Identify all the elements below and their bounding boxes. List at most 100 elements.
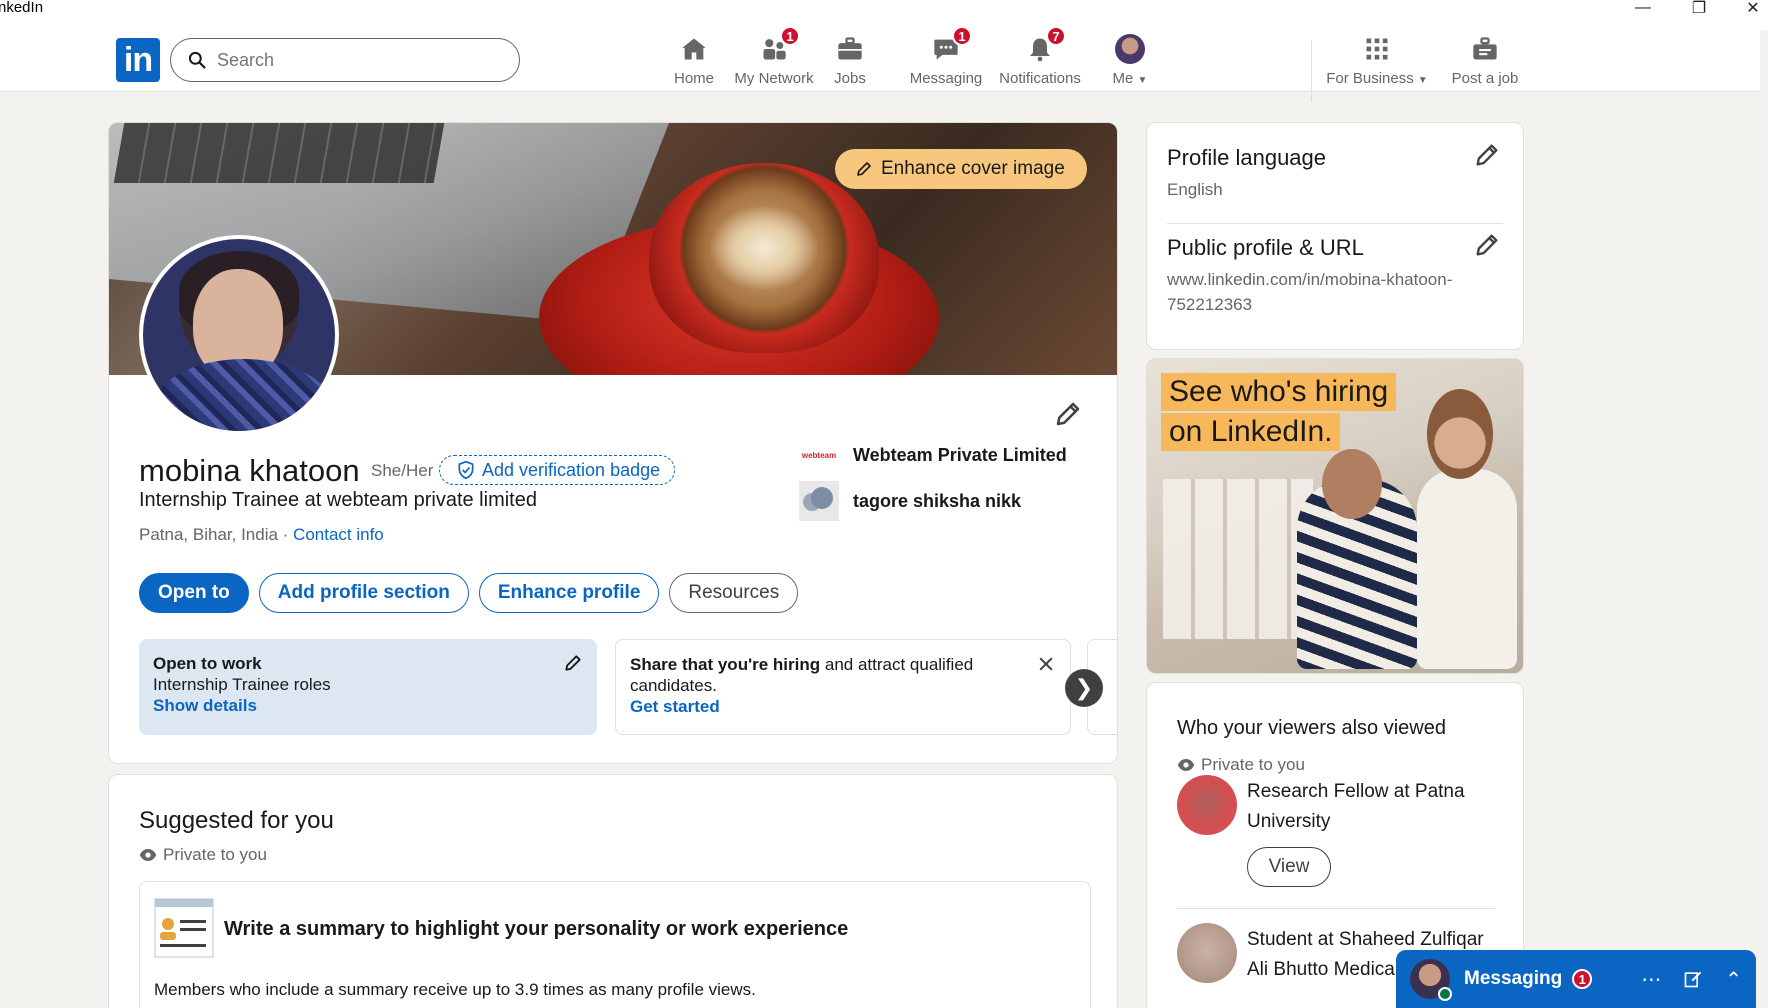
contact-info-link[interactable]: Contact info <box>293 525 384 544</box>
nav-me-label: Me <box>1112 70 1134 87</box>
profile-actions: Open to Add profile section Enhance prof… <box>139 573 799 613</box>
school-name: tagore shiksha nikk <box>853 490 1022 511</box>
grid-icon <box>1366 38 1388 60</box>
notifications-badge: 7 <box>1046 26 1066 46</box>
school-logo <box>799 481 839 521</box>
messaging-dock-badge: 1 <box>1572 969 1593 989</box>
pencil-icon <box>857 162 871 176</box>
enhance-cover-button[interactable]: Enhance cover image <box>835 149 1087 189</box>
viewer-avatar[interactable] <box>1177 923 1237 983</box>
profile-card: Enhance cover image mobina khatoon She/H… <box>108 122 1118 764</box>
profile-name: mobina khatoon <box>139 453 360 488</box>
shield-check-icon <box>458 460 474 480</box>
pronouns: She/Her <box>371 461 434 480</box>
online-status-icon <box>1438 987 1452 1001</box>
post-job-icon <box>1473 37 1497 60</box>
messaging-avatar <box>1410 959 1452 1001</box>
suggestion-item[interactable]: Write a summary to highlight your person… <box>139 881 1091 1008</box>
messaging-badge: 1 <box>952 26 972 46</box>
chevron-down-icon: ▼ <box>1417 75 1428 86</box>
profile-language-value: English <box>1167 180 1223 199</box>
close-icon[interactable] <box>1036 654 1056 674</box>
nav-notifications-label: Notifications <box>999 70 1081 87</box>
chevron-down-icon: ▼ <box>1137 75 1148 86</box>
nav-messaging-label: Messaging <box>909 70 983 87</box>
open-to-work-subtitle: Internship Trainee roles <box>153 675 331 694</box>
add-verification-badge-button[interactable]: Add verification badge <box>439 455 676 485</box>
ad-headline-line2: on LinkedIn. <box>1161 413 1341 451</box>
resources-button[interactable]: Resources <box>669 573 799 613</box>
nav-for-business[interactable]: For Business ▼ <box>1318 34 1436 94</box>
profile-location: Patna, Bihar, India <box>139 525 278 544</box>
nav-me[interactable]: Me ▼ <box>1102 34 1158 94</box>
suggestion-description: Members who include a summary receive up… <box>154 980 756 999</box>
add-profile-section-button[interactable]: Add profile section <box>258 573 469 613</box>
nav-my-network-label: My Network <box>734 70 814 87</box>
divider <box>1167 223 1503 224</box>
chevron-right-icon[interactable]: ❯ <box>1065 669 1103 707</box>
get-started-link[interactable]: Get started <box>630 696 1056 717</box>
messaging-dock[interactable]: Messaging 1 ⋯ ⌃ <box>1396 950 1756 1008</box>
open-to-work-title: Open to work <box>153 654 262 673</box>
verification-label: Add verification badge <box>482 459 661 480</box>
nav-my-network[interactable]: 1 My Network <box>720 26 828 94</box>
viewers-private-label: Private to you <box>1201 755 1305 774</box>
open-to-button[interactable]: Open to <box>139 573 249 613</box>
network-badge: 1 <box>780 26 800 46</box>
open-to-work-card[interactable]: Open to work Internship Trainee roles Sh… <box>139 639 597 735</box>
viewer-avatar[interactable] <box>1177 775 1237 835</box>
nav-post-job-label: Post a job <box>1451 70 1519 87</box>
enhance-cover-label: Enhance cover image <box>881 158 1065 179</box>
suggested-card: Suggested for you Private to you Write a… <box>108 774 1118 1008</box>
edit-intro-pencil-icon[interactable] <box>1053 399 1083 429</box>
company-tagore[interactable]: tagore shiksha nikk <box>799 481 1021 521</box>
top-nav: in Home 1 My Network Jobs 1 Messaging 7 … <box>0 14 1768 102</box>
company-webteam[interactable]: webteam Webteam Private Limited <box>799 435 1067 475</box>
profile-avatar[interactable] <box>139 235 339 435</box>
profile-settings-card: Profile language English Public profile … <box>1146 122 1524 350</box>
me-avatar <box>1115 34 1145 64</box>
edit-language-pencil-icon[interactable] <box>1473 141 1501 169</box>
ad-headline-line1: See who's hiring <box>1161 373 1397 411</box>
company-name: Webteam Private Limited <box>853 444 1067 465</box>
eye-icon <box>139 849 157 861</box>
nav-post-job[interactable]: Post a job <box>1442 34 1528 94</box>
page-scrollbar[interactable] <box>1760 30 1768 1008</box>
profile-headline: Internship Trainee at webteam private li… <box>139 489 537 511</box>
viewers-title: Who your viewers also viewed <box>1177 717 1446 739</box>
share-hiring-card[interactable]: Share that you're hiring and attract qua… <box>615 639 1071 735</box>
public-profile-url: www.linkedin.com/in/mobina-khatoon-75221… <box>1167 270 1453 314</box>
nav-jobs-label: Jobs <box>834 70 866 87</box>
nav-notifications[interactable]: 7 Notifications <box>980 26 1100 94</box>
show-details-link[interactable]: Show details <box>153 695 583 716</box>
search-icon <box>188 51 206 69</box>
nav-for-business-label: For Business <box>1326 70 1414 87</box>
share-hiring-title: Share that you're hiring <box>630 655 821 674</box>
more-options-icon[interactable]: ⋯ <box>1641 967 1661 992</box>
divider <box>1177 908 1495 909</box>
search-box[interactable] <box>170 38 520 82</box>
nav-jobs[interactable]: Jobs <box>818 34 882 94</box>
briefcase-icon <box>838 37 862 60</box>
enhance-profile-button[interactable]: Enhance profile <box>478 573 660 613</box>
compose-icon[interactable] <box>1683 969 1703 989</box>
profile-location-row: Patna, Bihar, India · Contact info <box>139 525 384 544</box>
linkedin-logo-icon[interactable]: in <box>116 38 160 82</box>
suggested-title: Suggested for you <box>139 807 334 834</box>
public-profile-title: Public profile & URL <box>1167 235 1364 260</box>
eye-icon <box>1177 759 1195 771</box>
viewer-headline[interactable]: Research Fellow at Patna University <box>1247 777 1497 837</box>
webteam-logo: webteam <box>801 450 837 460</box>
home-icon <box>682 38 706 60</box>
summary-document-icon <box>154 898 214 958</box>
pencil-icon[interactable] <box>563 653 583 673</box>
hiring-ad-banner[interactable]: See who's hiring on LinkedIn. <box>1146 358 1524 674</box>
search-input[interactable] <box>217 49 497 71</box>
nav-home-label: Home <box>673 70 714 87</box>
messaging-dock-label: Messaging <box>1464 968 1563 989</box>
chevron-up-icon[interactable]: ⌃ <box>1725 967 1742 992</box>
view-profile-button[interactable]: View <box>1247 847 1331 887</box>
suggestion-title: Write a summary to highlight your person… <box>224 918 849 940</box>
edit-url-pencil-icon[interactable] <box>1473 231 1501 259</box>
nav-divider <box>1311 40 1312 102</box>
